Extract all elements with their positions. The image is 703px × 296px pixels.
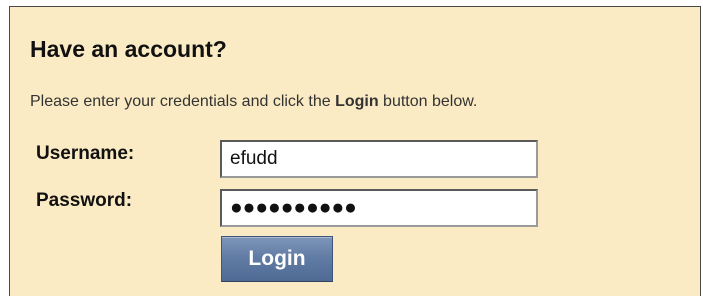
panel-title: Have an account? <box>30 36 227 62</box>
login-button[interactable]: Login <box>221 236 333 282</box>
password-input[interactable] <box>220 189 538 227</box>
instructions-text-end: button below. <box>378 93 478 110</box>
username-input[interactable] <box>220 140 538 178</box>
instructions-text-start: Please enter your credentials and click … <box>30 93 336 110</box>
login-instructions: Please enter your credentials and click … <box>30 93 477 111</box>
login-panel: Have an account? Please enter your crede… <box>9 6 701 296</box>
instructions-login-emphasis: Login <box>335 93 379 110</box>
username-label: Username: <box>36 143 135 164</box>
password-label: Password: <box>36 190 133 211</box>
